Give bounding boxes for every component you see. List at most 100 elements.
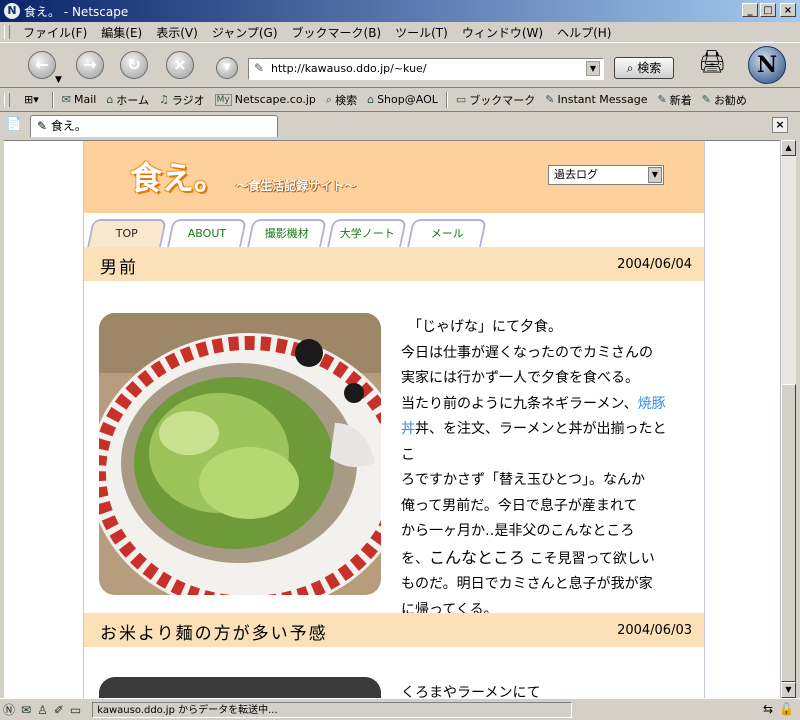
link-icon: ✎ <box>545 93 555 106</box>
menu-edit[interactable]: 編集(E) <box>94 24 149 41</box>
menu-go[interactable]: ジャンプ(G) <box>205 24 285 41</box>
composer-icon[interactable]: ✐ <box>54 703 64 717</box>
tab-label: 食え。 <box>50 119 87 133</box>
menu-tools[interactable]: ツール(T) <box>388 24 455 41</box>
separator <box>51 91 54 108</box>
url-dropdown-button[interactable]: ▼ <box>216 57 238 79</box>
back-history-arrow[interactable]: ▼ <box>55 75 62 85</box>
post-line: ものだ。明日でカミさんと息子が我が家 <box>401 576 653 592</box>
site-header: 食え。 ～食生活記録サイト～ 過去ログ ▼ <box>84 141 704 213</box>
nav-tab-mail[interactable]: メール <box>407 219 487 247</box>
document-icon[interactable]: ▭ <box>70 703 81 717</box>
mail-icon: ✉ <box>61 93 71 106</box>
site-tagline: ～食生活記録サイト～ <box>236 179 357 193</box>
status-text: kawauso.ddo.jp からデータを転送中... <box>92 701 573 718</box>
separator <box>445 91 448 108</box>
netscape-app-icon[interactable]: N <box>4 3 20 19</box>
toolbar-link-bookmarks[interactable]: ▭ ブックマーク <box>451 92 540 108</box>
search-button[interactable]: ⌕ 検索 <box>614 57 674 79</box>
nav-tab-top[interactable]: TOP <box>87 219 167 247</box>
netscape-logo[interactable]: N <box>748 46 786 84</box>
post-line: 実家には行かず一人で夕食を食べる。 <box>401 370 639 386</box>
close-button[interactable]: × <box>780 3 796 17</box>
post-line: 当たり前のように九条ネギラーメン、焼豚 <box>401 395 666 412</box>
lock-icon[interactable]: 🔓 <box>779 702 794 716</box>
menu-window[interactable]: ウィンドウ(W) <box>455 24 550 41</box>
menu-bookmarks[interactable]: ブックマーク(B) <box>285 24 389 41</box>
vertical-scrollbar[interactable]: ▲ ▼ <box>780 140 796 698</box>
title-bar: N 食え。 - Netscape _ □ × <box>0 0 800 22</box>
toolbar-link-search[interactable]: ⌕ 検索 <box>321 92 362 108</box>
post-body: 「じゃげな」にて夕食。 今日は仕事が遅くなったのでカミさんの 実家には行かず一人… <box>84 281 704 618</box>
toolbar-link-radio[interactable]: ♫ ラジオ <box>154 92 210 108</box>
toolbar-link-netscape[interactable]: My Netscape.co.jp <box>210 93 321 106</box>
post-line: 「じゃげな」にて夕食。 <box>401 319 562 335</box>
search-button-label: 検索 <box>637 61 662 75</box>
person-icon[interactable]: ♙ <box>37 703 48 717</box>
scroll-thumb[interactable] <box>781 384 796 682</box>
post-header: お米より麺の方が多い予感 2004/06/03 <box>84 613 704 647</box>
link-icon: ✎ <box>657 93 667 106</box>
back-button[interactable]: ← <box>28 51 56 79</box>
tab-current[interactable]: ✎ 食え。 <box>30 115 278 137</box>
nav-tab-about[interactable]: ABOUT <box>167 219 247 247</box>
archive-select-value: 過去ログ <box>554 168 598 181</box>
post-link-don[interactable]: 丼 <box>401 421 415 437</box>
post-emphasis: こんなところ <box>429 547 526 567</box>
search-icon: ⌕ <box>626 61 634 75</box>
page-link-icon: ✎ <box>254 61 265 75</box>
toolbar-link-recommend[interactable]: ✎ お勧め <box>697 92 752 108</box>
tab-bar: 📄 ✎ 食え。 × <box>0 113 800 139</box>
url-field[interactable]: ✎ http://kawauso.ddo.jp/~kue/ ▼ <box>248 58 604 80</box>
menu-bar: ファイル(F) 編集(E) 表示(V) ジャンプ(G) ブックマーク(B) ツー… <box>0 22 800 42</box>
stop-button[interactable]: × <box>166 51 194 79</box>
personal-toolbar: ⊞▾ ✉ Mail ⌂ ホーム ♫ ラジオ My Netscape.co.jp ⌕ 検索 … <box>0 88 800 112</box>
nav-tab-equipment[interactable]: 撮影機材 <box>247 219 327 247</box>
food-photo <box>99 677 381 699</box>
toolbar-link-mail[interactable]: ✉ Mail <box>57 93 102 106</box>
menu-view[interactable]: 表示(V) <box>149 24 205 41</box>
nav-tab-notebook[interactable]: 大学ノート <box>327 219 407 247</box>
window-title: 食え。 - Netscape <box>24 5 129 19</box>
my-icon: My <box>214 93 232 106</box>
netscape-status-icon[interactable]: Ⓝ <box>3 701 15 718</box>
toolbar-link-shop[interactable]: ⌂ Shop@AOL <box>362 93 443 106</box>
scroll-up-arrow[interactable]: ▲ <box>781 140 796 156</box>
post-line: くろまやラーメンにて <box>401 685 541 699</box>
maximize-button[interactable]: □ <box>760 3 776 17</box>
forward-button[interactable]: → <box>76 51 104 79</box>
close-tab-button[interactable]: × <box>772 117 788 133</box>
site-logo[interactable]: 食え。 <box>130 153 226 199</box>
post-text: 「じゃげな」にて夕食。 今日は仕事が遅くなったのでカミさんの 実家には行かず一人… <box>401 315 667 623</box>
aol-icon: ⌂ <box>367 93 375 106</box>
post-date: 2004/06/03 <box>617 623 692 638</box>
chevron-down-icon[interactable]: ▼ <box>648 167 662 183</box>
page-icon[interactable]: 📄 <box>6 117 22 133</box>
menu-file[interactable]: ファイル(F) <box>16 24 94 41</box>
new-tab-icon[interactable]: ⊞▾ <box>14 93 49 106</box>
reload-button[interactable]: ↻ <box>120 51 148 79</box>
post-line: を、こんなところ こそ見習って欲しい <box>401 547 655 567</box>
print-icon[interactable]: 🖨 <box>698 50 726 75</box>
minimize-button[interactable]: _ <box>742 3 758 17</box>
link-icon: ✎ <box>37 119 51 133</box>
archive-select[interactable]: 過去ログ ▼ <box>548 165 664 185</box>
post-title: お米より麺の方が多い予感 <box>100 624 328 644</box>
toolbar-grip[interactable] <box>4 25 10 39</box>
toolbar-link-im[interactable]: ✎ Instant Message <box>540 93 652 106</box>
post-line: 今日は仕事が遅くなったのでカミさんの <box>401 344 653 361</box>
connection-icon: ⇆ <box>762 702 774 716</box>
url-text[interactable]: http://kawauso.ddo.jp/~kue/ <box>271 62 427 75</box>
menu-help[interactable]: ヘルプ(H) <box>550 24 618 41</box>
mail-icon[interactable]: ✉ <box>21 703 31 717</box>
post-link-chashu[interactable]: 焼豚 <box>638 396 666 412</box>
navigation-toolbar: ← ▼ → ↻ × ▼ ✎ http://kawauso.ddo.jp/~kue… <box>0 42 800 88</box>
toolbar-grip[interactable] <box>4 92 10 107</box>
url-history-dropdown[interactable]: ▼ <box>586 61 600 76</box>
bookmark-icon: ▭ <box>455 93 467 106</box>
scroll-down-arrow[interactable]: ▼ <box>781 682 796 698</box>
post-title: 男前 <box>100 258 138 278</box>
site-nav: TOP ABOUT 撮影機材 大学ノート メール <box>84 213 704 247</box>
toolbar-link-new[interactable]: ✎ 新着 <box>653 92 697 108</box>
toolbar-link-home[interactable]: ⌂ ホーム <box>101 92 154 108</box>
